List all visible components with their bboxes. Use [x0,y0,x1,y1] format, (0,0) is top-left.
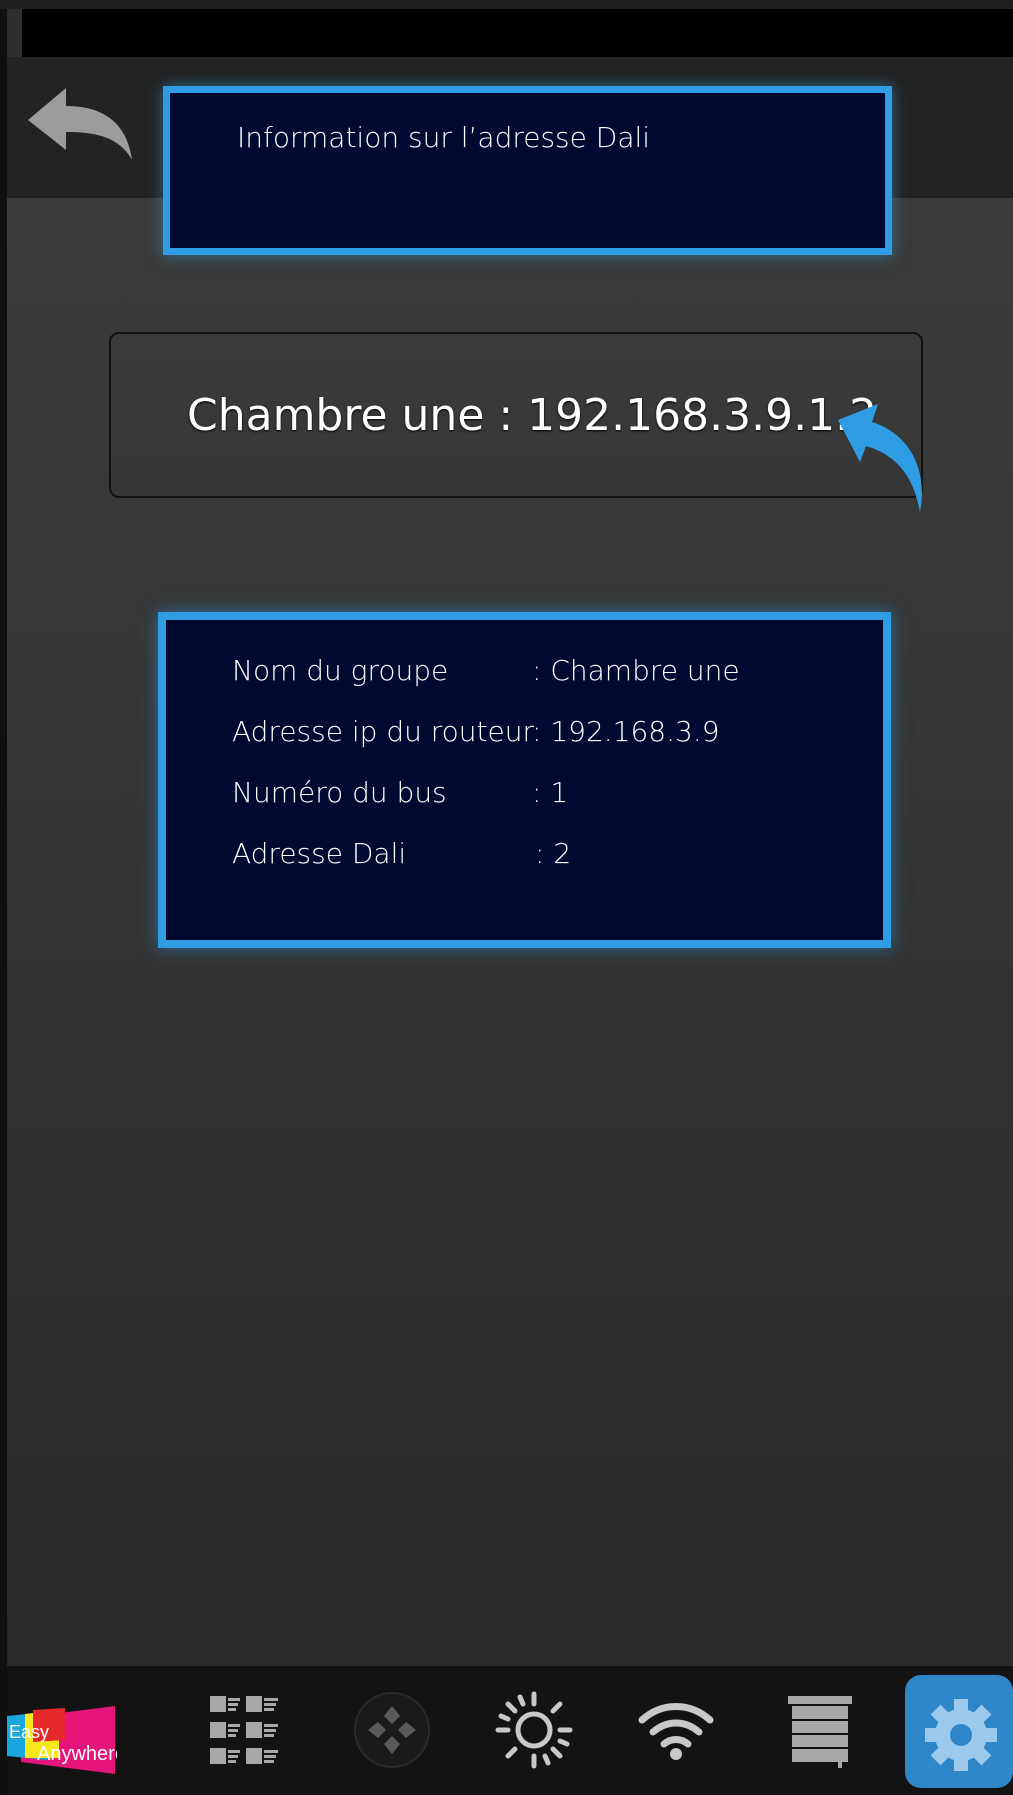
info-label: Adresse ip du routeur [232,715,534,748]
refresh-button[interactable] [830,400,930,515]
back-arrow-icon [28,88,132,160]
info-label: Nom du groupe [232,654,449,687]
blinds-icon [788,1696,852,1768]
info-label: Adresse Dali [232,837,407,870]
tab-lighting[interactable] [494,1690,574,1780]
tab-remote[interactable] [352,1690,432,1780]
grid-list-icon [210,1696,278,1764]
curved-arrow-icon [838,404,922,512]
info-value: : Chambre une [532,654,740,687]
left-edge [0,9,7,1795]
info-value: : 1 [532,776,569,809]
back-button[interactable] [28,88,134,162]
dpad-icon [354,1692,430,1768]
title-panel: Information sur l’adresse Dali [163,86,892,255]
top-strip [0,0,1013,9]
info-value: : 192.168.3.9 [532,715,720,748]
gear-icon [925,1699,997,1771]
sun-icon [495,1691,573,1769]
info-panel: Nom du groupe : Chambre une Adresse ip d… [158,612,891,948]
page-title: Information sur l’adresse Dali [237,121,651,154]
tab-settings[interactable] [905,1675,1013,1788]
address-text: Chambre une : 192.168.3.9.1.2 [187,390,878,441]
address-display: Chambre une : 192.168.3.9.1.2 [109,332,923,498]
info-label: Numéro du bus [232,776,447,809]
logo-text-anywhere: Anywhere [37,1743,117,1765]
info-value: : 2 [535,837,572,870]
tab-scenes[interactable] [208,1690,284,1780]
tab-blinds[interactable] [786,1690,856,1780]
logo-text-easy: Easy [9,1722,49,1742]
tab-network[interactable] [636,1690,716,1780]
easy-anywhere-logo[interactable]: Easy Anywhere [7,1700,126,1780]
status-bar [22,9,1013,57]
wifi-icon [638,1703,714,1760]
logo-icon: Easy Anywhere [7,1706,126,1774]
